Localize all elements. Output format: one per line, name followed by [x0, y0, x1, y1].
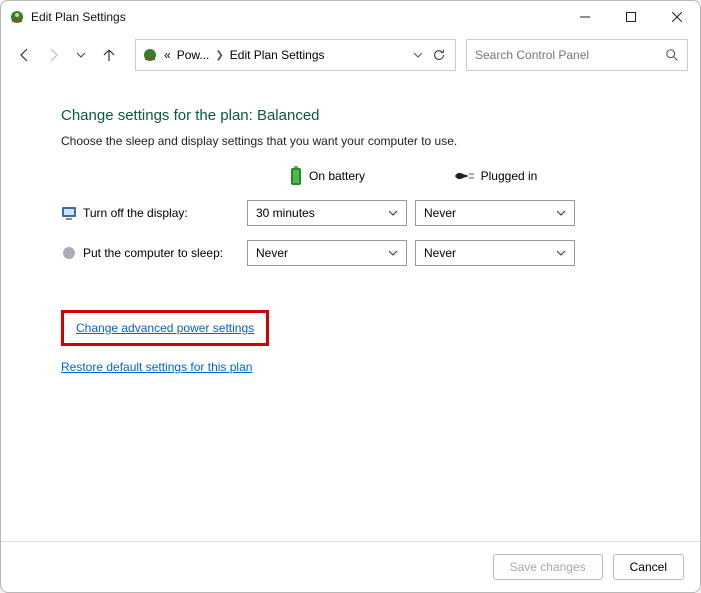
window-frame: Edit Plan Settings « Pow... ❯ Edit Plan …	[0, 0, 701, 593]
display-battery-value: 30 minutes	[256, 206, 315, 220]
sleep-battery-select[interactable]: Never	[247, 240, 407, 266]
forward-button[interactable]	[41, 43, 65, 67]
row-sleep-label-wrap: Put the computer to sleep:	[61, 245, 239, 261]
chevron-down-icon	[556, 208, 566, 218]
page-heading: Change settings for the plan: Balanced	[61, 107, 680, 124]
chevron-right-icon[interactable]: ❯	[215, 50, 223, 61]
up-button[interactable]	[97, 43, 121, 67]
row-sleep-label: Put the computer to sleep:	[83, 246, 223, 260]
display-icon	[61, 205, 77, 221]
minimize-button[interactable]	[562, 1, 608, 33]
chevron-down-icon[interactable]	[413, 50, 423, 60]
column-headers: On battery Plugged in	[61, 166, 680, 186]
display-battery-select[interactable]: 30 minutes	[247, 200, 407, 226]
row-display-label: Turn off the display:	[83, 206, 188, 220]
plug-icon	[453, 169, 475, 183]
link-advanced-settings[interactable]: Change advanced power settings	[76, 321, 254, 335]
sleep-battery-value: Never	[256, 246, 288, 260]
page-subtext: Choose the sleep and display settings th…	[61, 134, 680, 148]
col-battery-label: On battery	[309, 169, 365, 183]
save-button[interactable]: Save changes	[493, 554, 603, 580]
recent-dropdown[interactable]	[69, 43, 93, 67]
chevron-down-icon	[388, 248, 398, 258]
col-plugged-label: Plugged in	[481, 169, 538, 183]
chevron-down-icon	[388, 208, 398, 218]
chevron-down-icon	[556, 248, 566, 258]
maximize-button[interactable]	[608, 1, 654, 33]
display-plugged-select[interactable]: Never	[415, 200, 575, 226]
titlebar: Edit Plan Settings	[1, 1, 700, 33]
breadcrumb-seg-current[interactable]: Edit Plan Settings	[230, 48, 325, 62]
nav-toolbar: « Pow... ❯ Edit Plan Settings Search Con…	[1, 33, 700, 77]
address-bar[interactable]: « Pow... ❯ Edit Plan Settings	[135, 39, 456, 71]
power-options-icon	[142, 47, 158, 63]
cancel-button[interactable]: Cancel	[613, 554, 684, 580]
search-icon	[665, 48, 679, 62]
col-on-battery: On battery	[247, 166, 407, 186]
search-input[interactable]: Search Control Panel	[466, 39, 688, 71]
back-button[interactable]	[13, 43, 37, 67]
content-area: Change settings for the plan: Balanced C…	[1, 77, 700, 541]
refresh-button[interactable]	[429, 43, 449, 67]
col-plugged-in: Plugged in	[415, 169, 575, 183]
row-sleep: Put the computer to sleep: Never Never	[61, 240, 680, 266]
breadcrumb-prefix: «	[164, 48, 171, 62]
footer-bar: Save changes Cancel	[1, 541, 700, 592]
close-button[interactable]	[654, 1, 700, 33]
window-controls	[562, 1, 700, 33]
breadcrumb-seg-power[interactable]: Pow...	[177, 48, 210, 62]
sleep-plugged-select[interactable]: Never	[415, 240, 575, 266]
window-title: Edit Plan Settings	[31, 10, 562, 24]
power-options-icon	[9, 9, 25, 25]
display-plugged-value: Never	[424, 206, 456, 220]
sleep-plugged-value: Never	[424, 246, 456, 260]
highlight-box: Change advanced power settings	[61, 310, 269, 346]
row-display: Turn off the display: 30 minutes Never	[61, 200, 680, 226]
link-restore-defaults[interactable]: Restore default settings for this plan	[61, 360, 252, 374]
search-placeholder: Search Control Panel	[475, 48, 589, 62]
row-display-label-wrap: Turn off the display:	[61, 205, 239, 221]
battery-icon	[289, 166, 303, 186]
moon-icon	[61, 245, 77, 261]
